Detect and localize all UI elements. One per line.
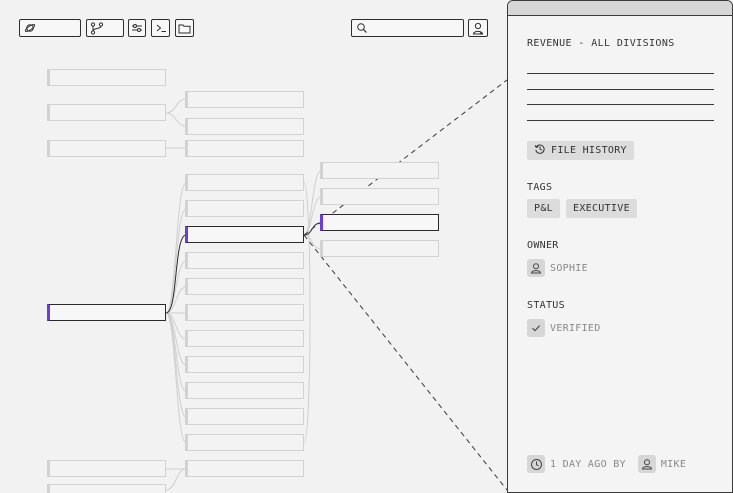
tag-chip-label: P&L xyxy=(534,203,553,214)
tree-node[interactable] xyxy=(185,408,304,425)
status-text: VERIFIED xyxy=(550,322,601,334)
user-avatar-icon xyxy=(527,259,545,277)
panel-title: REVENUE - ALL DIVISIONS xyxy=(527,38,675,49)
tree-node[interactable] xyxy=(185,460,304,477)
tree-node[interactable] xyxy=(320,240,439,257)
tree-node[interactable] xyxy=(185,356,304,373)
tree-node-selected-root[interactable] xyxy=(47,304,166,321)
description-line xyxy=(527,120,714,121)
tree-node[interactable] xyxy=(320,188,439,205)
check-icon xyxy=(527,319,545,337)
tree-node[interactable] xyxy=(185,200,304,217)
footer-activity: 1 DAY AGO BY MIKE xyxy=(527,455,686,473)
tree-node[interactable] xyxy=(185,330,304,347)
tree-node[interactable] xyxy=(185,304,304,321)
tree-node[interactable] xyxy=(320,162,439,179)
tree-node[interactable] xyxy=(185,278,304,295)
tree-node[interactable] xyxy=(47,484,166,493)
tree-node[interactable] xyxy=(185,118,304,135)
tree-node[interactable] xyxy=(185,140,304,157)
owner-label: OWNER xyxy=(527,240,559,251)
tree-node[interactable] xyxy=(47,140,166,157)
owner-person[interactable]: SOPHIE xyxy=(527,259,588,277)
detail-panel: REVENUE - ALL DIVISIONS FILE HISTORY TAG… xyxy=(507,0,733,493)
tags-label: TAGS xyxy=(527,182,553,193)
tree-node[interactable] xyxy=(47,104,166,121)
user-avatar-icon xyxy=(637,455,656,473)
status-value[interactable]: VERIFIED xyxy=(527,319,601,337)
panel-header-bar xyxy=(508,1,732,16)
footer-user[interactable]: MIKE xyxy=(661,459,686,470)
tree-node[interactable] xyxy=(185,252,304,269)
file-history-label: FILE HISTORY xyxy=(551,145,627,156)
tree-node[interactable] xyxy=(47,69,166,86)
footer-time: 1 DAY AGO BY xyxy=(550,458,626,470)
tag-chip[interactable]: EXECUTIVE xyxy=(566,199,637,218)
description-line xyxy=(527,89,714,90)
clock-icon xyxy=(527,455,545,473)
tag-chip[interactable]: P&L xyxy=(527,199,560,218)
tree-node[interactable] xyxy=(47,460,166,477)
tree-node-selected-leaf[interactable] xyxy=(320,214,439,231)
description-line xyxy=(527,104,714,105)
tree-node[interactable] xyxy=(185,174,304,191)
tree-node-selected[interactable] xyxy=(185,226,304,243)
status-label: STATUS xyxy=(527,300,565,311)
tree-node[interactable] xyxy=(185,382,304,399)
tree-node[interactable] xyxy=(185,434,304,451)
owner-name: SOPHIE xyxy=(550,262,588,274)
description-line xyxy=(527,73,714,74)
history-icon xyxy=(534,143,546,158)
file-history-button[interactable]: FILE HISTORY xyxy=(527,141,634,160)
tag-chip-label: EXECUTIVE xyxy=(573,203,630,214)
tree-node[interactable] xyxy=(185,91,304,108)
